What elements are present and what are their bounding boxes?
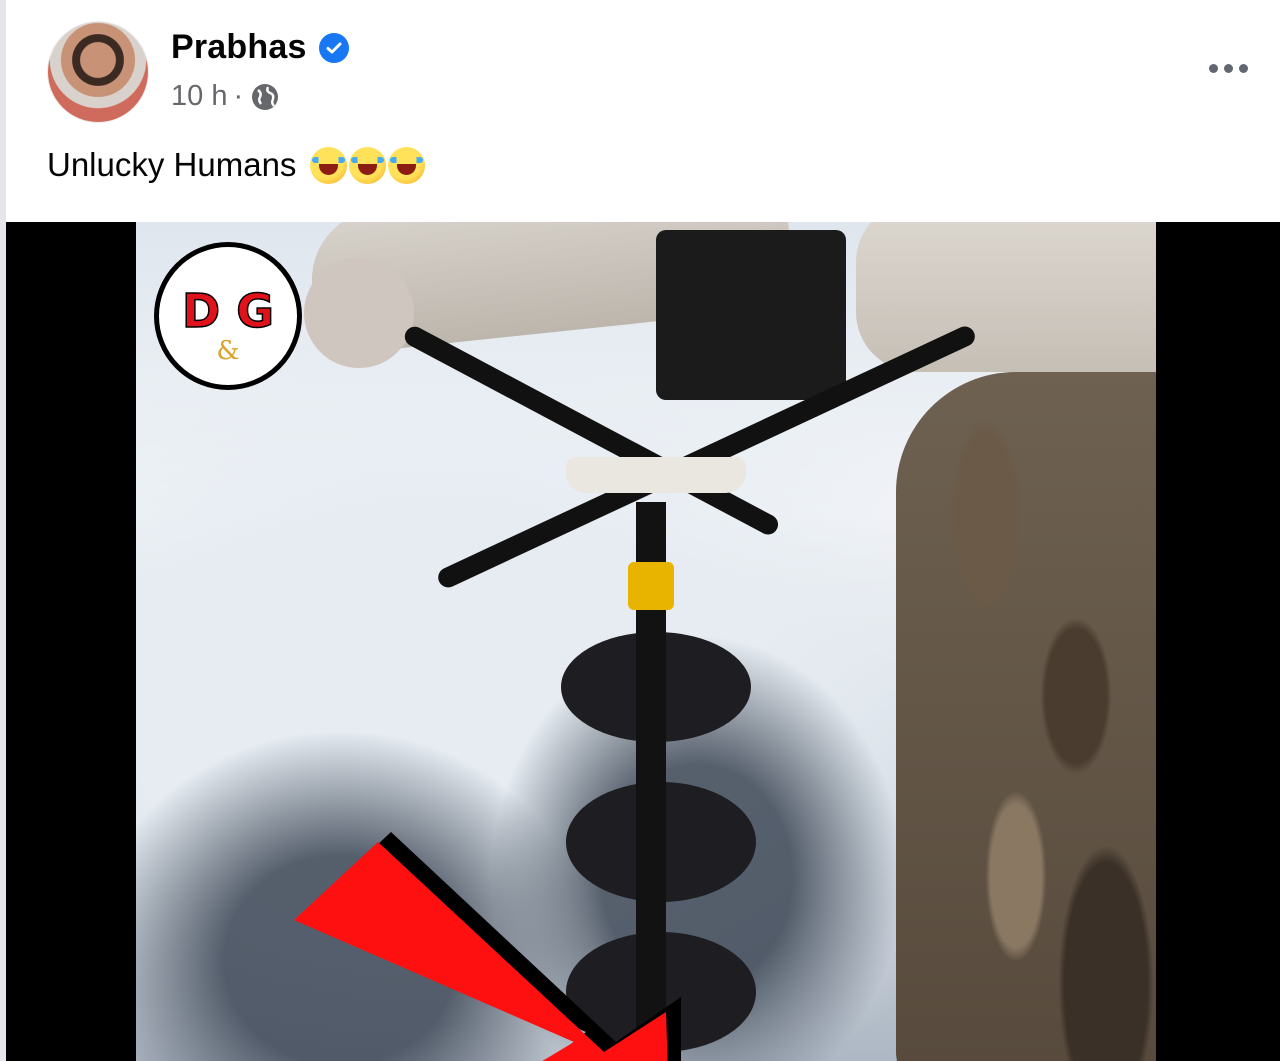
- author-name[interactable]: Prabhas: [171, 28, 307, 67]
- verified-badge-icon: [318, 32, 349, 63]
- auger-base: [566, 457, 746, 493]
- laughing-emoji-icon: [310, 146, 348, 184]
- dg-watermark-logo: D G &: [154, 242, 302, 390]
- globe-icon[interactable]: [249, 81, 281, 113]
- laughing-emoji-icon: [388, 146, 426, 184]
- author-name-row: Prabhas: [171, 28, 349, 67]
- watermark-ampersand: &: [216, 336, 239, 366]
- post-video[interactable]: D G &: [6, 222, 1280, 1061]
- auger-motor: [656, 230, 846, 400]
- laughing-emoji-icon: [349, 146, 387, 184]
- post-header: Prabhas 10 h · Unlucky Humans: [6, 0, 1280, 222]
- post-meta: 10 h ·: [171, 80, 281, 113]
- post-timestamp[interactable]: 10 h: [171, 80, 227, 113]
- meta-separator: ·: [233, 80, 244, 112]
- video-camo-pants: [896, 372, 1156, 1061]
- caption-emojis: [310, 146, 427, 184]
- post-caption: Unlucky Humans: [47, 146, 427, 184]
- watermark-letters: D G: [182, 284, 274, 338]
- facebook-post: Prabhas 10 h · Unlucky Humans D G &: [6, 0, 1280, 1061]
- more-options-icon[interactable]: [1198, 40, 1258, 96]
- auger-collar: [628, 562, 674, 610]
- red-arrow-icon: [294, 832, 681, 1061]
- video-hand: [304, 258, 414, 368]
- video-arm-right: [856, 222, 1156, 372]
- caption-text: Unlucky Humans: [47, 146, 297, 183]
- author-avatar[interactable]: [48, 22, 148, 122]
- video-frame[interactable]: D G &: [136, 222, 1156, 1061]
